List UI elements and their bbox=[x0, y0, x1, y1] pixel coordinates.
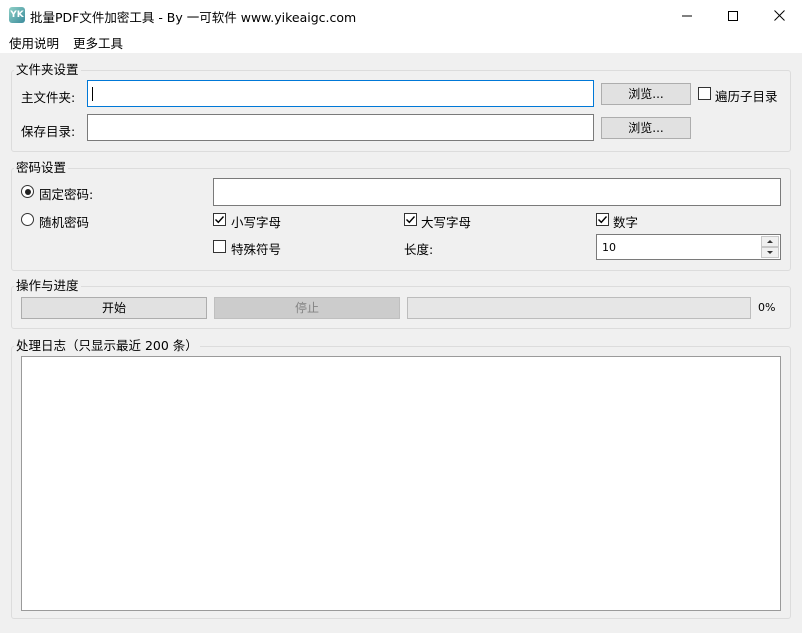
checkmark-icon bbox=[598, 216, 608, 224]
close-button[interactable] bbox=[756, 0, 802, 31]
fixed-password-radio[interactable] bbox=[21, 185, 34, 198]
app-icon: YK bbox=[9, 7, 25, 23]
checkmark-icon bbox=[406, 216, 416, 224]
length-label: 长度: bbox=[404, 242, 434, 257]
spin-up-button[interactable] bbox=[761, 236, 779, 247]
log-legend: 处理日志（只显示最近 200 条） bbox=[16, 338, 198, 353]
fixed-password-input[interactable] bbox=[213, 178, 781, 206]
fixed-password-label[interactable]: 固定密码: bbox=[39, 184, 93, 203]
spin-down-button[interactable] bbox=[761, 247, 779, 258]
radio-selected-dot bbox=[24, 188, 31, 195]
special-chars-label[interactable]: 特殊符号 bbox=[231, 239, 281, 258]
save-dir-label: 保存目录: bbox=[21, 124, 76, 139]
text-caret bbox=[92, 87, 93, 101]
minimize-button[interactable] bbox=[664, 0, 710, 31]
chevron-down-icon bbox=[767, 251, 773, 254]
traverse-subdirs-checkbox[interactable] bbox=[698, 87, 711, 100]
maximize-button[interactable] bbox=[710, 0, 756, 31]
special-chars-checkbox[interactable] bbox=[213, 240, 226, 253]
progress-percent-text: 0% bbox=[758, 301, 776, 314]
maximize-icon bbox=[728, 10, 738, 21]
browse-save-dir-button[interactable]: 浏览... bbox=[601, 117, 691, 139]
password-settings-legend: 密码设置 bbox=[16, 160, 67, 175]
traverse-subdirs-label[interactable]: 遍历子目录 bbox=[715, 86, 778, 105]
save-dir-input[interactable] bbox=[87, 114, 594, 141]
length-value: 10 bbox=[602, 241, 616, 254]
start-button[interactable]: 开始 bbox=[21, 297, 207, 319]
digits-checkbox[interactable] bbox=[596, 213, 609, 226]
random-password-radio[interactable] bbox=[21, 213, 34, 226]
lowercase-label[interactable]: 小写字母 bbox=[231, 212, 281, 231]
main-folder-input[interactable] bbox=[87, 80, 594, 107]
operation-progress-legend: 操作与进度 bbox=[16, 278, 79, 293]
close-icon bbox=[773, 10, 785, 21]
stop-button[interactable]: 停止 bbox=[214, 297, 400, 319]
browse-main-folder-button[interactable]: 浏览... bbox=[601, 83, 691, 105]
progress-bar bbox=[407, 297, 751, 319]
uppercase-label[interactable]: 大写字母 bbox=[421, 212, 471, 231]
uppercase-checkbox[interactable] bbox=[404, 213, 417, 226]
lowercase-checkbox[interactable] bbox=[213, 213, 226, 226]
chevron-up-icon bbox=[767, 240, 773, 243]
folder-settings-legend: 文件夹设置 bbox=[16, 62, 79, 77]
minimize-icon bbox=[682, 15, 692, 16]
main-folder-label: 主文件夹: bbox=[21, 90, 76, 105]
digits-label[interactable]: 数字 bbox=[613, 212, 638, 231]
menu-item-help[interactable]: 使用说明 bbox=[9, 33, 59, 52]
random-password-label[interactable]: 随机密码 bbox=[39, 212, 89, 231]
menu-item-more-tools[interactable]: 更多工具 bbox=[73, 33, 123, 52]
checkmark-icon bbox=[215, 216, 225, 224]
log-textarea[interactable] bbox=[21, 356, 781, 611]
length-spinbox[interactable]: 10 bbox=[596, 234, 781, 260]
window-title: 批量PDF文件加密工具 - By 一可软件 www.yikeaigc.com bbox=[30, 10, 357, 25]
